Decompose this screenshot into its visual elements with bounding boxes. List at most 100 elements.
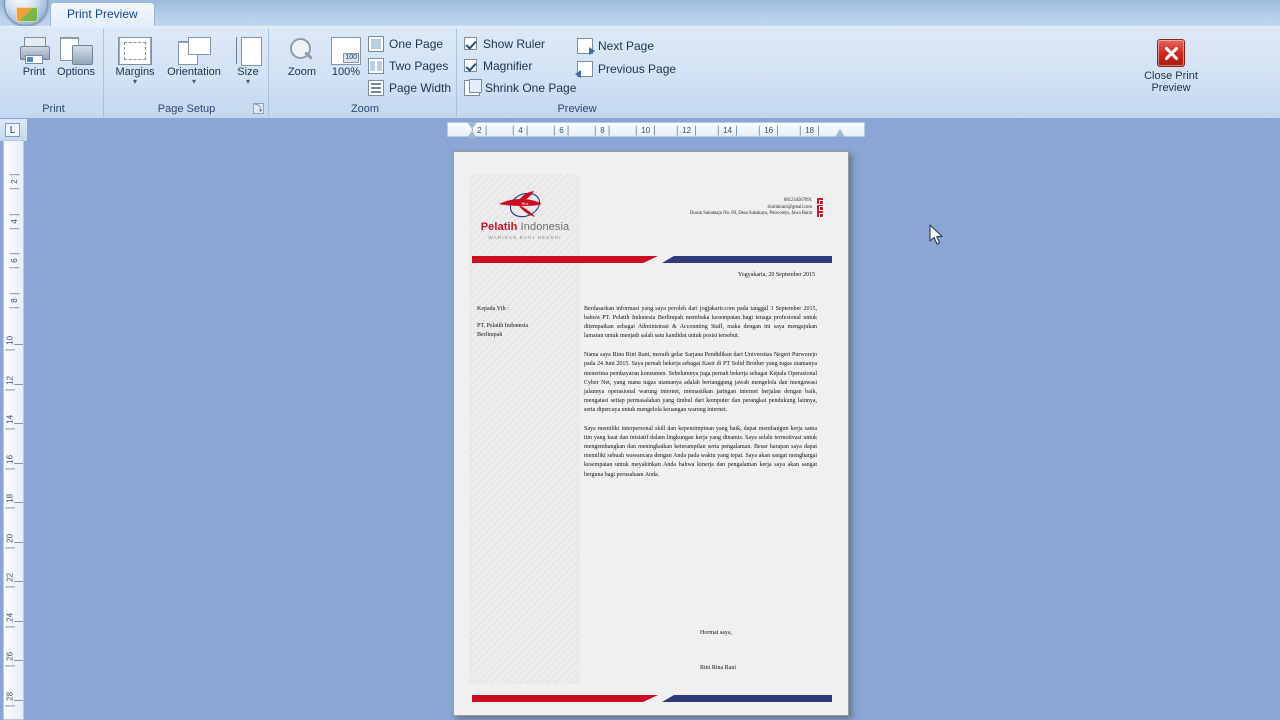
right-indent-marker[interactable] — [835, 129, 845, 137]
previous-page-label: Previous Page — [598, 61, 677, 76]
shrink-one-page-label: Shrink One Page — [485, 80, 577, 95]
close-print-preview-label-2: Preview — [1151, 82, 1191, 94]
phone-icon — [817, 198, 824, 205]
ribbon-group-page-setup: Margins ▾ Orientation ▾ Size ▾ Page Setu… — [105, 29, 269, 117]
page-width-label: Page Width — [389, 80, 452, 95]
location-pin-icon — [817, 211, 824, 218]
left-indent-marker[interactable] — [467, 131, 477, 138]
header-bar-red — [472, 256, 658, 263]
footer-bar-blue — [662, 695, 832, 702]
two-pages-button[interactable]: Two Pages — [368, 55, 448, 76]
checkbox-icon[interactable] — [464, 59, 477, 72]
addressee-line-2: Berlimpah — [477, 332, 503, 338]
ribbon: Print Preview Print Options Print Margin… — [0, 0, 1280, 118]
show-ruler-label: Show Ruler — [483, 36, 546, 51]
magnifier-icon — [288, 37, 316, 65]
closing-signer: Rini Rina Rani — [700, 665, 736, 671]
ruler-tick: │ 4 │ — [511, 126, 530, 135]
shrink-one-page-button[interactable]: Shrink One Page — [464, 77, 576, 98]
options-button[interactable]: Options — [48, 35, 104, 78]
logo-wordmark-bold: Pelatih — [480, 221, 518, 233]
margins-icon — [118, 37, 152, 65]
letter-closing: Hormat saya, Rini Rina Rani — [700, 630, 820, 671]
vertical-ruler-tick: │ 18 │ — [5, 493, 24, 511]
checkbox-icon[interactable] — [464, 37, 477, 50]
one-page-label: One Page — [389, 36, 444, 51]
group-label-preview: Preview — [557, 103, 597, 115]
ruler-tick: │ 8 │ — [593, 126, 612, 135]
ribbon-group-zoom: Zoom 100 100% One Page Two Pages Page Wi… — [274, 29, 457, 117]
vertical-ruler-tick: │ 26 │ — [5, 651, 24, 669]
ribbon-group-print: Print Options Print — [4, 29, 104, 117]
letterhead-footer-bar — [472, 695, 832, 702]
document-page[interactable]: Rini Pelatih Indonesia WARISAN BAGI NEGE… — [453, 151, 849, 716]
chevron-down-icon[interactable]: ▾ — [107, 78, 163, 86]
page-width-icon — [368, 79, 384, 96]
ribbon-body: Print Options Print Margins ▾ Orientatio… — [0, 26, 1280, 118]
ruler-tick: │ 16 │ — [757, 126, 781, 135]
vertical-ruler-tick: │ 2 │ — [10, 172, 19, 191]
close-print-preview-button[interactable]: Close Print Preview — [1140, 37, 1202, 94]
ruler-corner[interactable]: L — [0, 119, 27, 141]
magnifier-checkbox[interactable]: Magnifier — [464, 55, 532, 76]
letter-addressee: Kepada Yth : PT. Pelatih Indonesia Berli… — [477, 305, 572, 340]
header-bar-blue — [662, 256, 832, 263]
shrink-one-page-icon — [464, 78, 482, 96]
margins-button[interactable]: Margins ▾ — [107, 35, 163, 86]
letter-paragraph: Saya memiliki interpersonal skill dan ke… — [584, 426, 817, 478]
previous-page-button[interactable]: Previous Page — [575, 58, 677, 79]
next-page-button[interactable]: Next Page — [577, 35, 654, 56]
next-page-label: Next Page — [598, 38, 655, 53]
vertical-ruler-tick: │ 6 │ — [10, 251, 19, 270]
previous-page-icon — [575, 60, 593, 78]
logo-wordmark-light: Indonesia — [517, 221, 570, 233]
vertical-ruler-tick: │ 10 │ — [5, 335, 24, 353]
horizontal-ruler-track[interactable]: │ 2 │ │ 4 │ │ 6 │ │ 8 │ │ 10 │ │ 12 │ │ 14 │ │ … — [447, 122, 865, 137]
show-ruler-checkbox[interactable]: Show Ruler — [464, 33, 545, 54]
vertical-ruler-tick: │ 4 │ — [10, 211, 19, 231]
magnifier-label: Magnifier — [483, 58, 533, 73]
chevron-down-icon[interactable]: ▾ — [158, 78, 230, 86]
contact-phone: 081234567891 — [783, 198, 812, 203]
document-canvas[interactable]: Rini Pelatih Indonesia WARISAN BAGI NEGE… — [27, 140, 1280, 720]
tab-strip: Print Preview — [0, 0, 1280, 26]
vertical-ruler-tick: │ 8 │ — [10, 290, 19, 310]
office-button[interactable] — [4, 0, 48, 26]
letterhead-contact-block: 081234567891 rinirinirani@gmail.com Dusu… — [582, 198, 812, 218]
vertical-ruler-tick: │ 28 │ — [5, 691, 24, 708]
orientation-button[interactable]: Orientation ▾ — [158, 35, 230, 86]
printer-icon — [19, 37, 50, 65]
logo-tagline: WARISAN BAGI NEGERI — [488, 235, 562, 240]
vertical-ruler-tick: │ 20 │ — [5, 533, 24, 550]
first-line-indent-marker[interactable] — [467, 122, 477, 129]
size-button[interactable]: Size ▾ — [227, 35, 269, 86]
envelope-icon — [817, 204, 824, 212]
pelatih-bird-icon: Rini — [499, 191, 542, 218]
mouse-cursor — [929, 224, 943, 245]
chevron-down-icon[interactable]: ▾ — [227, 78, 269, 86]
close-print-preview-label-1: Close Print — [1144, 70, 1198, 82]
options-icon — [60, 37, 93, 65]
tab-print-preview[interactable]: Print Preview — [50, 2, 155, 26]
two-pages-label: Two Pages — [389, 58, 449, 73]
zoom-100-button[interactable]: 100 100% — [318, 35, 374, 78]
vertical-ruler[interactable]: │ 2 │ │ 4 │ │ 6 │ │ 8 │ │ 10 │ │ 12 │ │ 14 │ │ … — [3, 140, 24, 720]
ribbon-group-preview: Show Ruler Magnifier Shrink One Page Nex… — [462, 29, 1198, 117]
svg-text:Rini: Rini — [522, 201, 529, 206]
close-x-icon — [1157, 39, 1185, 67]
ruler-tick: │ 10 │ — [634, 126, 658, 135]
letter-body: Berdasarkan informasi yang saya peroleh … — [584, 305, 817, 490]
vertical-ruler-tick: │ 24 │ — [5, 612, 24, 629]
vertical-ruler-tick: │ 12 │ — [5, 375, 24, 392]
page-width-button[interactable]: Page Width — [368, 77, 451, 98]
orientation-icon — [178, 37, 211, 65]
ruler-tick: │ 14 │ — [716, 126, 740, 135]
next-page-icon — [577, 37, 595, 55]
one-page-button[interactable]: One Page — [368, 33, 443, 54]
letter-paragraph: Nama saya Rina Rini Rani, meraih gelar S… — [584, 352, 817, 413]
two-pages-icon — [368, 57, 384, 74]
group-label-page-setup: Page Setup — [157, 103, 216, 115]
page-setup-dialog-launcher[interactable]: ⤵ — [253, 103, 264, 114]
horizontal-ruler[interactable]: │ 2 │ │ 4 │ │ 6 │ │ 8 │ │ 10 │ │ 12 │ │ 14 │ │ … — [27, 122, 1280, 138]
tab-stop-marker[interactable]: L — [5, 123, 20, 137]
